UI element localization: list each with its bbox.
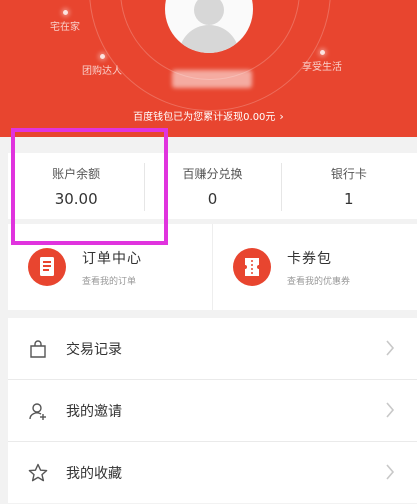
list-item-transactions[interactable]: 交易记录 — [8, 318, 417, 380]
coupon-wallet-text: 卡券包 查看我的优惠券 — [287, 248, 350, 287]
coupon-ticket-icon-graphic — [245, 258, 259, 276]
account-stats-row: 账户余额 30.00 百赚分兑换 0 银行卡 1 — [8, 153, 417, 219]
chevron-right-icon — [386, 464, 395, 480]
star-icon — [28, 463, 48, 483]
tag-enjoy-life: 享受生活 — [302, 50, 342, 73]
tag-group-buy: 团购达人 — [82, 54, 122, 77]
tag-dot — [319, 50, 325, 55]
menu-list: 交易记录 我的邀请 我的收藏 — [8, 318, 417, 503]
stat-value: 0 — [207, 190, 218, 208]
shopping-bag-icon — [28, 339, 48, 359]
tag-dot — [62, 10, 68, 15]
tag-dot — [99, 54, 105, 59]
coupon-ticket-icon — [233, 248, 271, 286]
order-center-text: 订单中心 查看我的订单 — [82, 248, 142, 287]
coupon-wallet-title: 卡券包 — [287, 250, 332, 267]
avatar-shoulders-shape — [179, 25, 239, 53]
invite-user-icon — [28, 401, 48, 421]
stat-value: 1 — [344, 190, 354, 208]
list-item-label: 交易记录 — [66, 341, 122, 358]
coupon-wallet-card[interactable]: 卡券包 查看我的优惠券 — [212, 224, 417, 310]
stat-bank-cards[interactable]: 银行卡 1 — [280, 153, 417, 219]
cashback-text: 百度钱包已为您累计返现0.00元 — [133, 112, 276, 123]
order-center-subtitle: 查看我的订单 — [82, 276, 137, 287]
stat-label: 百赚分兑换 — [182, 167, 243, 181]
list-item-invitations[interactable]: 我的邀请 — [8, 380, 417, 442]
stat-points-exchange[interactable]: 百赚分兑换 0 — [144, 153, 280, 219]
tag-home: 宅在家 — [50, 10, 80, 33]
chevron-right-icon — [386, 402, 395, 418]
shortcut-cards: 订单中心 查看我的订单 卡券包 查看我的优惠券 — [8, 224, 417, 310]
avatar-head-shape — [194, 0, 224, 25]
tag-enjoy-life-label: 享受生活 — [302, 62, 342, 73]
order-document-icon-graphic — [40, 257, 54, 276]
coupon-wallet-subtitle: 查看我的优惠券 — [287, 276, 351, 287]
list-item-favorites[interactable]: 我的收藏 — [8, 442, 417, 503]
stat-label: 账户余额 — [52, 167, 101, 181]
chevron-right-icon: › — [279, 110, 284, 123]
list-item-label: 我的邀请 — [66, 403, 122, 420]
stat-value: 30.00 — [54, 190, 98, 208]
tag-home-label: 宅在家 — [50, 22, 80, 33]
wallet-profile-screen: 宅在家 团购达人 享受生活 百度钱包已为您累计返现0.00元 › 账户余额 30.… — [0, 0, 417, 504]
stat-label: 银行卡 — [330, 167, 367, 181]
list-item-label: 我的收藏 — [66, 465, 122, 482]
stat-account-balance[interactable]: 账户余额 30.00 — [8, 153, 144, 219]
tag-group-buy-label: 团购达人 — [82, 66, 122, 77]
order-center-title: 订单中心 — [82, 250, 142, 267]
username-blurred — [172, 70, 252, 88]
cashback-summary[interactable]: 百度钱包已为您累计返现0.00元 › — [0, 108, 417, 123]
order-center-card[interactable]: 订单中心 查看我的订单 — [8, 224, 212, 310]
order-document-icon — [28, 248, 66, 286]
chevron-right-icon — [386, 340, 395, 356]
profile-header: 宅在家 团购达人 享受生活 百度钱包已为您累计返现0.00元 › — [0, 0, 417, 137]
